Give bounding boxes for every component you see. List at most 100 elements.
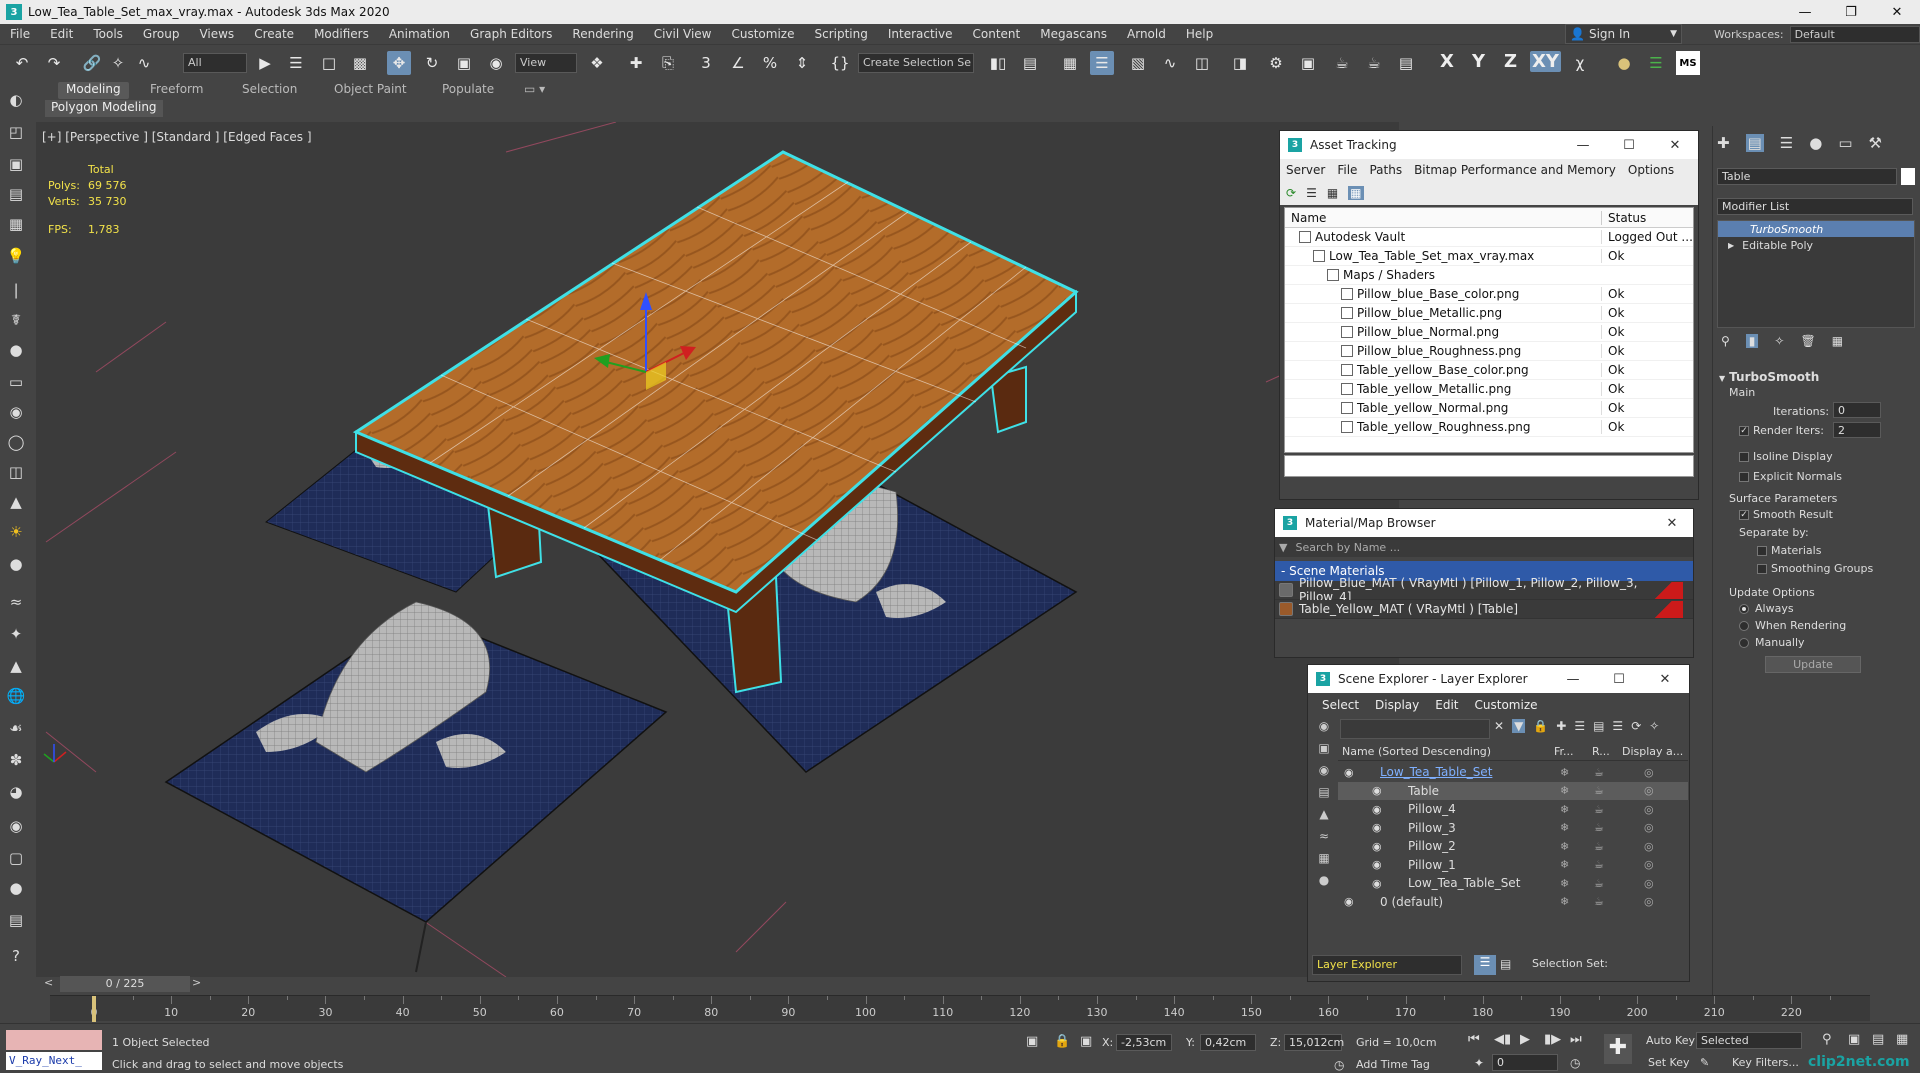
- menu-edit[interactable]: Edit: [1429, 698, 1464, 712]
- display-as-box-icon[interactable]: ◎: [1644, 821, 1654, 834]
- asset-row[interactable]: Maps / Shaders: [1285, 266, 1693, 285]
- freeze-icon[interactable]: ❄: [1560, 803, 1569, 816]
- display-as-box-icon[interactable]: ◎: [1644, 858, 1654, 871]
- scene-tree-row[interactable]: ◉ Low_Tea_Table_Set ❄ ☕ ◎: [1338, 763, 1688, 781]
- column-name[interactable]: Name (Sorted Descending): [1338, 745, 1554, 758]
- object-name-field[interactable]: Table: [1717, 168, 1897, 185]
- create-tab-icon[interactable]: ✚: [1717, 134, 1730, 152]
- column-renderable[interactable]: R...: [1592, 745, 1622, 758]
- freeze-icon[interactable]: ❄: [1560, 821, 1569, 834]
- unlink-icon[interactable]: ✧: [106, 51, 130, 75]
- menu-edit[interactable]: Edit: [40, 27, 83, 41]
- motion-tab-icon[interactable]: ●: [1809, 134, 1822, 152]
- render-iters-spinner[interactable]: 2: [1833, 422, 1881, 438]
- z-coordinate-field[interactable]: 15,012cm: [1284, 1034, 1344, 1051]
- when-rendering-radio[interactable]: [1739, 621, 1749, 631]
- clear-search-icon[interactable]: ✕: [1494, 719, 1504, 733]
- visibility-eye-icon[interactable]: ◉: [1372, 858, 1382, 871]
- update-button[interactable]: Update: [1765, 656, 1861, 673]
- prev-frame-icon[interactable]: <: [44, 976, 53, 989]
- set-key-big-icon[interactable]: ✚: [1604, 1034, 1632, 1064]
- list-view-icon[interactable]: ☰: [1306, 186, 1317, 200]
- menu-rendering[interactable]: Rendering: [562, 27, 643, 41]
- menu-file[interactable]: File: [1331, 163, 1363, 177]
- column-name[interactable]: Name: [1285, 211, 1601, 225]
- key-mode-icon[interactable]: ✦: [1474, 1056, 1484, 1070]
- maximize-icon[interactable]: ❐: [1828, 0, 1874, 24]
- frame-indicator[interactable]: 0 / 225: [60, 976, 190, 992]
- menu-customize[interactable]: Customize: [1469, 698, 1544, 712]
- renderable-icon[interactable]: ☕: [1594, 803, 1604, 816]
- cylinder-icon[interactable]: ◫: [4, 460, 28, 484]
- close-icon[interactable]: ✕: [1642, 665, 1688, 693]
- menu-display[interactable]: Display: [1369, 698, 1425, 712]
- menu-paths[interactable]: Paths: [1363, 163, 1408, 177]
- time-slider[interactable]: < 0 / 225 >: [40, 976, 1400, 992]
- renderable-icon[interactable]: ☕: [1594, 840, 1604, 853]
- zoom-all-icon[interactable]: ▣: [1848, 1032, 1860, 1047]
- key-filters-button[interactable]: Key Filters...: [1732, 1056, 1799, 1069]
- ribbon-options-icon[interactable]: ▭ ▾: [516, 82, 553, 99]
- utilities-tab-icon[interactable]: ⚒: [1869, 134, 1882, 152]
- chevron-down-icon[interactable]: ▼: [1279, 541, 1287, 554]
- display-as-box-icon[interactable]: ◎: [1644, 766, 1654, 779]
- rollout-title[interactable]: ▼ TurboSmooth: [1719, 370, 1819, 384]
- renderable-icon[interactable]: ☕: [1594, 877, 1604, 890]
- asset-row[interactable]: Table_yellow_Normal.png Ok: [1285, 399, 1693, 418]
- select-and-place-icon[interactable]: ◉: [484, 51, 508, 75]
- help-icon[interactable]: ?: [4, 944, 28, 968]
- visibility-eye-icon[interactable]: ◉: [1372, 821, 1382, 834]
- toggle-ribbon-icon[interactable]: ▧: [1126, 51, 1150, 75]
- helper-icon[interactable]: ❘: [4, 278, 28, 302]
- freeze-icon[interactable]: ❄: [1560, 766, 1569, 779]
- align-icon[interactable]: ▤: [1018, 51, 1042, 75]
- new-layer-icon[interactable]: ✚: [1556, 719, 1566, 733]
- key-filters-icon[interactable]: ✎: [1700, 1056, 1709, 1069]
- maximize-icon[interactable]: ☐: [1596, 665, 1642, 693]
- filter-cameras-icon[interactable]: ▤: [1312, 785, 1336, 807]
- fx-icon[interactable]: ◕: [4, 780, 28, 804]
- scene-tree-row[interactable]: ◉ Pillow_2 ❄ ☕ ◎: [1338, 837, 1688, 855]
- visibility-eye-icon[interactable]: ◉: [1372, 877, 1382, 890]
- polygon-modeling-label[interactable]: Polygon Modeling: [45, 100, 163, 117]
- next-key-icon[interactable]: ▮▶: [1544, 1032, 1561, 1047]
- perspective-viewport[interactable]: [+] [Perspective ] [Standard ] [Edged Fa…: [36, 122, 1399, 977]
- isolate-selection-icon[interactable]: ▣: [1026, 1034, 1038, 1049]
- workspaces-select[interactable]: Default: [1789, 25, 1920, 43]
- pivot-center-icon[interactable]: ❖: [585, 51, 609, 75]
- renderable-icon[interactable]: ☕: [1594, 784, 1604, 797]
- render-production-icon[interactable]: ☕: [1330, 51, 1354, 75]
- maxscript-listener-top[interactable]: [6, 1030, 102, 1050]
- time-config-icon[interactable]: ◷: [1570, 1056, 1580, 1070]
- column-display[interactable]: Display a...: [1622, 745, 1684, 758]
- freeze-icon[interactable]: ❄: [1560, 840, 1569, 853]
- sun-icon[interactable]: ☀: [4, 520, 28, 544]
- menu-create[interactable]: Create: [244, 27, 304, 41]
- explicit-normals-checkbox[interactable]: [1739, 472, 1749, 482]
- expand-icon[interactable]: ▶: [1728, 241, 1734, 250]
- scene-icon[interactable]: ◉: [4, 814, 28, 838]
- curve-editor-icon[interactable]: ∿: [1158, 51, 1182, 75]
- menu-file[interactable]: File: [0, 27, 40, 41]
- axis-y-button[interactable]: Y: [1472, 51, 1485, 72]
- close-icon[interactable]: ✕: [1874, 0, 1920, 24]
- visibility-eye-icon[interactable]: ◉: [1372, 784, 1382, 797]
- material-item-pillow[interactable]: Pillow_Blue_MAT ( VRayMtl ) [Pillow_1, P…: [1275, 576, 1693, 604]
- freeze-icon[interactable]: ❄: [1560, 858, 1569, 871]
- percent-snap-icon[interactable]: %: [758, 51, 782, 75]
- pin-stack-icon[interactable]: ⚲: [1721, 334, 1730, 348]
- menu-help[interactable]: Help: [1176, 27, 1223, 41]
- filter-shapes-icon[interactable]: ▣: [1312, 741, 1336, 763]
- axis-xy-button[interactable]: XY: [1530, 51, 1561, 72]
- mirror-icon[interactable]: ▮▯: [986, 51, 1010, 75]
- smoothing-groups-checkbox[interactable]: [1757, 564, 1767, 574]
- visibility-eye-icon[interactable]: ◉: [1372, 803, 1382, 816]
- plane-icon[interactable]: ▭: [4, 370, 28, 394]
- freeze-icon[interactable]: ❄: [1560, 784, 1569, 797]
- menu-animation[interactable]: Animation: [379, 27, 460, 41]
- filter-xrefs-icon[interactable]: ●: [1312, 873, 1336, 895]
- scene-tree-row[interactable]: ◉ Pillow_1 ❄ ☕ ◎: [1338, 856, 1688, 874]
- layer-stack-icon[interactable]: ☰: [1612, 719, 1623, 733]
- rectangular-selection-icon[interactable]: □: [317, 51, 341, 75]
- scene-tree-row[interactable]: ◉ Low_Tea_Table_Set ❄ ☕ ◎: [1338, 874, 1688, 892]
